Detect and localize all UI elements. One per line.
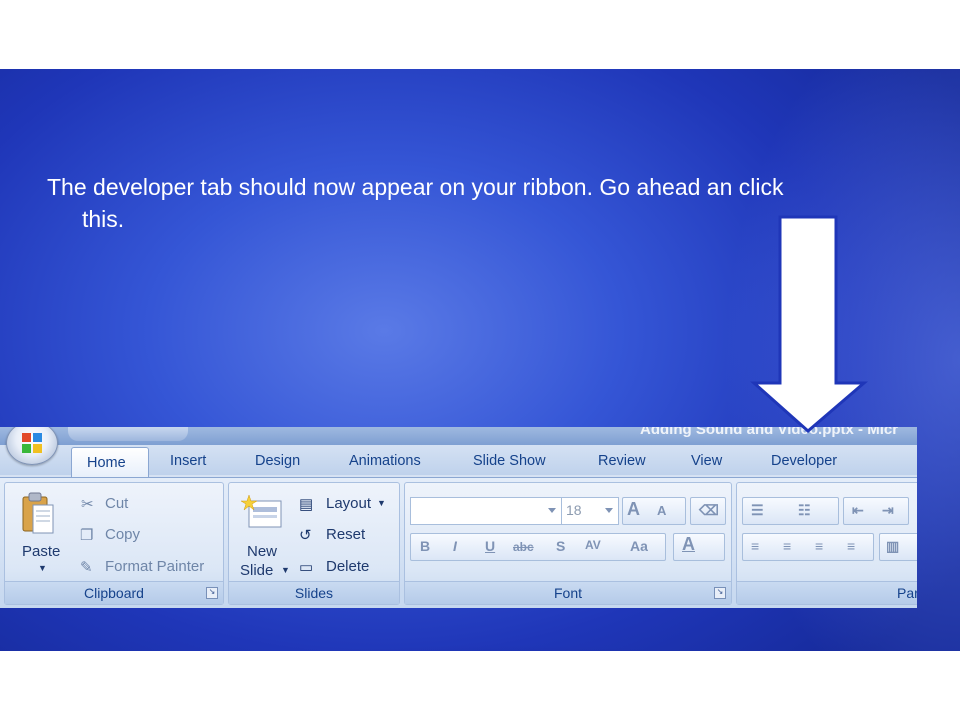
tab-home[interactable]: Home [71, 447, 149, 480]
list-box: ☰ ☷ [742, 497, 839, 525]
new-slide-dropdown-icon[interactable]: ▼ [281, 565, 290, 575]
italic-icon[interactable]: I [453, 538, 457, 554]
font-color-icon[interactable]: A [682, 534, 695, 555]
font-size-combo[interactable]: 18 [561, 497, 619, 525]
grow-shrink-font-box: A A [622, 497, 686, 525]
decrease-indent-icon[interactable]: ⇤ [852, 502, 864, 519]
tab-review[interactable]: Review [598, 453, 646, 469]
copy-icon: ❐ [80, 527, 94, 544]
paste-clipboard-icon[interactable] [21, 491, 55, 535]
layout-dropdown-icon[interactable]: ▼ [377, 498, 386, 508]
font-group-label: Font [405, 581, 731, 604]
clear-formatting-icon[interactable]: ⌫ [699, 502, 719, 519]
align-left-icon[interactable]: ≡ [751, 538, 759, 554]
format-painter-icon: ✎ [80, 559, 93, 576]
strikethrough-icon[interactable]: abc [513, 540, 534, 554]
tab-view[interactable]: View [691, 453, 722, 469]
new-slide-button-line-2[interactable]: Slide [240, 562, 273, 579]
columns-icon[interactable]: ▥ [886, 538, 899, 555]
character-spacing-icon[interactable]: AV [585, 538, 601, 552]
underline-icon[interactable]: U [485, 538, 495, 554]
numbering-icon[interactable]: ☷ [798, 502, 811, 519]
ribbon-screenshot: Adding Sound and Video.pptx - Micr Inser… [0, 427, 917, 608]
font-size-dropdown-icon[interactable] [605, 508, 613, 513]
font-name-combo[interactable] [410, 497, 562, 525]
paste-button[interactable]: Paste [22, 543, 60, 560]
slides-group: New Slide ▼ ▤ Layout ▼ ↺ Reset ▭ Delete … [228, 482, 400, 605]
font-color-box: A [673, 533, 725, 561]
layout-button[interactable]: Layout [326, 495, 371, 512]
slides-group-label: Slides [229, 581, 399, 604]
font-dialog-launcher-icon[interactable]: ↘ [714, 587, 726, 599]
delete-button[interactable]: Delete [326, 558, 369, 575]
indent-box: ⇤ ⇥ [843, 497, 909, 525]
reset-icon: ↺ [299, 527, 312, 544]
tab-insert[interactable]: Insert [170, 453, 206, 469]
font-size-value: 18 [566, 502, 582, 518]
paragraph-group: ☰ ☷ ⇤ ⇥ ≡ ≡ ≡ ≡ ▥ Par [736, 482, 917, 605]
align-right-icon[interactable]: ≡ [815, 538, 823, 554]
tab-home-label: Home [87, 455, 126, 471]
font-style-box: B I U abc S AV Aa [410, 533, 666, 561]
office-logo-icon [22, 433, 42, 453]
instruction-line-1: The developer tab should now appear on y… [47, 174, 784, 200]
scissors-icon: ✂ [81, 496, 94, 513]
layout-icon: ▤ [299, 496, 314, 513]
alignment-box: ≡ ≡ ≡ ≡ [742, 533, 874, 561]
paragraph-group-label: Par [737, 581, 917, 604]
tab-animations[interactable]: Animations [349, 453, 421, 469]
font-group: 18 A A ⌫ B I U abc S AV Aa A Font ↘ [404, 482, 732, 605]
clipboard-group-label: Clipboard [5, 581, 223, 604]
clipboard-group: Paste ▼ ✂ Cut ❐ Copy ✎ Format Painter Cl… [4, 482, 224, 605]
tab-slide-show[interactable]: Slide Show [473, 453, 546, 469]
clear-formatting-box: ⌫ [690, 497, 726, 525]
copy-button[interactable]: Copy [105, 526, 140, 543]
format-painter-button[interactable]: Format Painter [105, 558, 204, 575]
columns-box: ▥ [879, 533, 917, 561]
align-center-icon[interactable]: ≡ [783, 538, 791, 554]
font-name-dropdown-icon[interactable] [548, 508, 556, 513]
change-case-icon[interactable]: Aa [630, 538, 648, 554]
new-slide-button[interactable]: New [247, 543, 277, 560]
new-slide-icon[interactable] [239, 493, 285, 531]
down-arrow-icon [750, 215, 868, 433]
bullets-icon[interactable]: ☰ [751, 502, 764, 519]
tab-developer[interactable]: Developer [771, 453, 837, 469]
delete-icon: ▭ [299, 559, 314, 576]
increase-indent-icon[interactable]: ⇥ [882, 502, 894, 519]
tab-design[interactable]: Design [255, 453, 300, 469]
shrink-font-icon[interactable]: A [657, 503, 666, 518]
cut-button[interactable]: Cut [105, 495, 128, 512]
quick-access-toolbar[interactable] [68, 427, 188, 441]
reset-button[interactable]: Reset [326, 526, 365, 543]
justify-icon[interactable]: ≡ [847, 538, 855, 554]
bold-icon[interactable]: B [420, 538, 430, 554]
grow-font-icon[interactable]: A [627, 499, 640, 520]
shadow-icon[interactable]: S [556, 538, 565, 554]
ribbon-body: Paste ▼ ✂ Cut ❐ Copy ✎ Format Painter Cl… [0, 477, 917, 608]
paste-dropdown-icon[interactable]: ▼ [38, 563, 47, 573]
dialog-launcher-icon[interactable]: ↘ [206, 587, 218, 599]
